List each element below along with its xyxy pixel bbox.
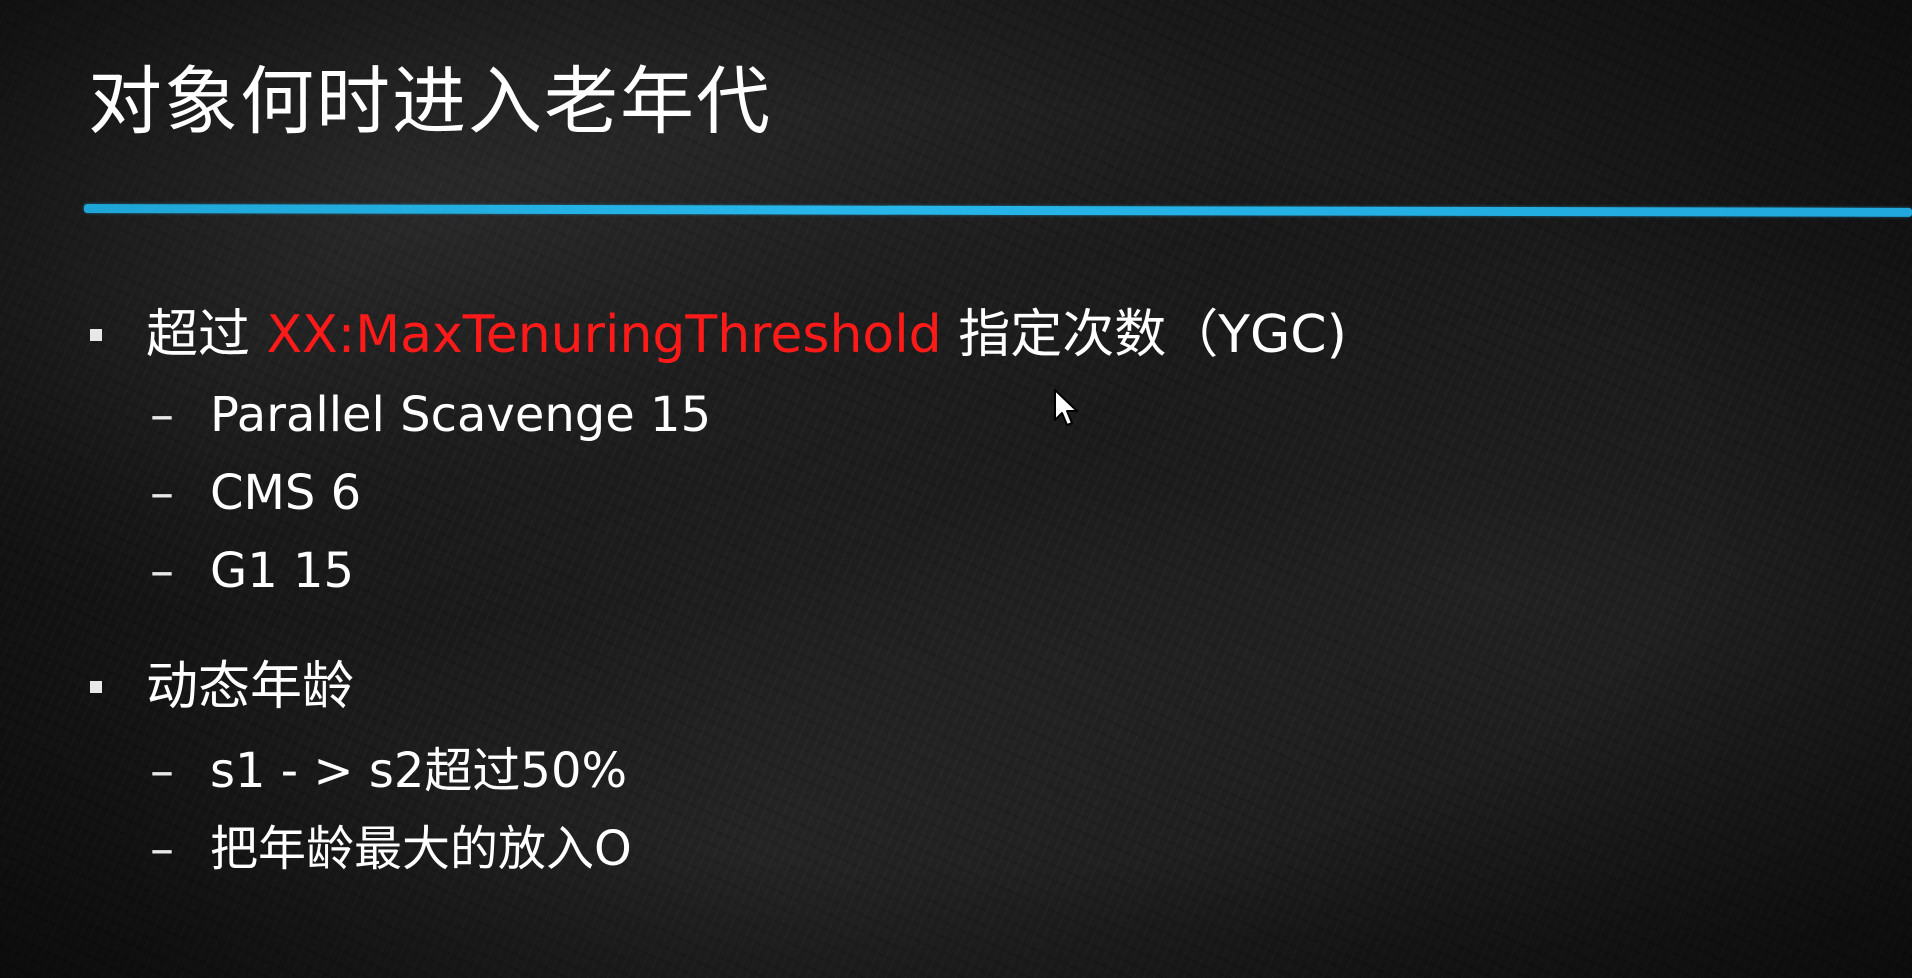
mouse-pointer-icon (1054, 389, 1078, 426)
square-bullet-icon (90, 681, 102, 693)
sub-item-text: Parallel Scavenge 15 (210, 387, 712, 443)
sub-item-text: s1 - > s2超过50% (210, 743, 628, 799)
bullet-item-dynamic-age: 动态年龄 (90, 652, 354, 722)
sub-item-text: CMS 6 (210, 465, 362, 521)
bullet-text-highlight: XX:MaxTenuringThreshold (266, 305, 942, 365)
sub-item-text: 把年龄最大的放入O (210, 821, 632, 877)
square-bullet-icon (90, 329, 102, 341)
dash-marker: – (150, 821, 174, 877)
sub-item: – 把年龄最大的放入O (150, 816, 632, 882)
bullet-text-prefix: 超过 (146, 305, 267, 365)
slide-content: 超过 XX:MaxTenuringThreshold 指定次数（YGC) – P… (0, 0, 1912, 978)
bullet-text-suffix: 指定次数（YGC) (941, 305, 1347, 365)
dash-marker: – (150, 387, 174, 443)
sub-item: – s1 - > s2超过50% (150, 738, 627, 804)
sub-item: – CMS 6 (150, 460, 361, 526)
presentation-slide: 对象何时进入老年代 超过 XX:MaxTenuringThreshold 指定次… (0, 0, 1912, 978)
dash-marker: – (150, 465, 174, 521)
sub-item-text: G1 15 (210, 543, 355, 599)
dash-marker: – (150, 543, 174, 599)
sub-item: – G1 15 (150, 538, 354, 604)
dash-marker: – (150, 743, 174, 799)
bullet-item-max-tenuring: 超过 XX:MaxTenuringThreshold 指定次数（YGC) (90, 300, 1347, 370)
bullet-text-prefix: 动态年龄 (146, 657, 355, 717)
sub-item: – Parallel Scavenge 15 (150, 382, 711, 448)
